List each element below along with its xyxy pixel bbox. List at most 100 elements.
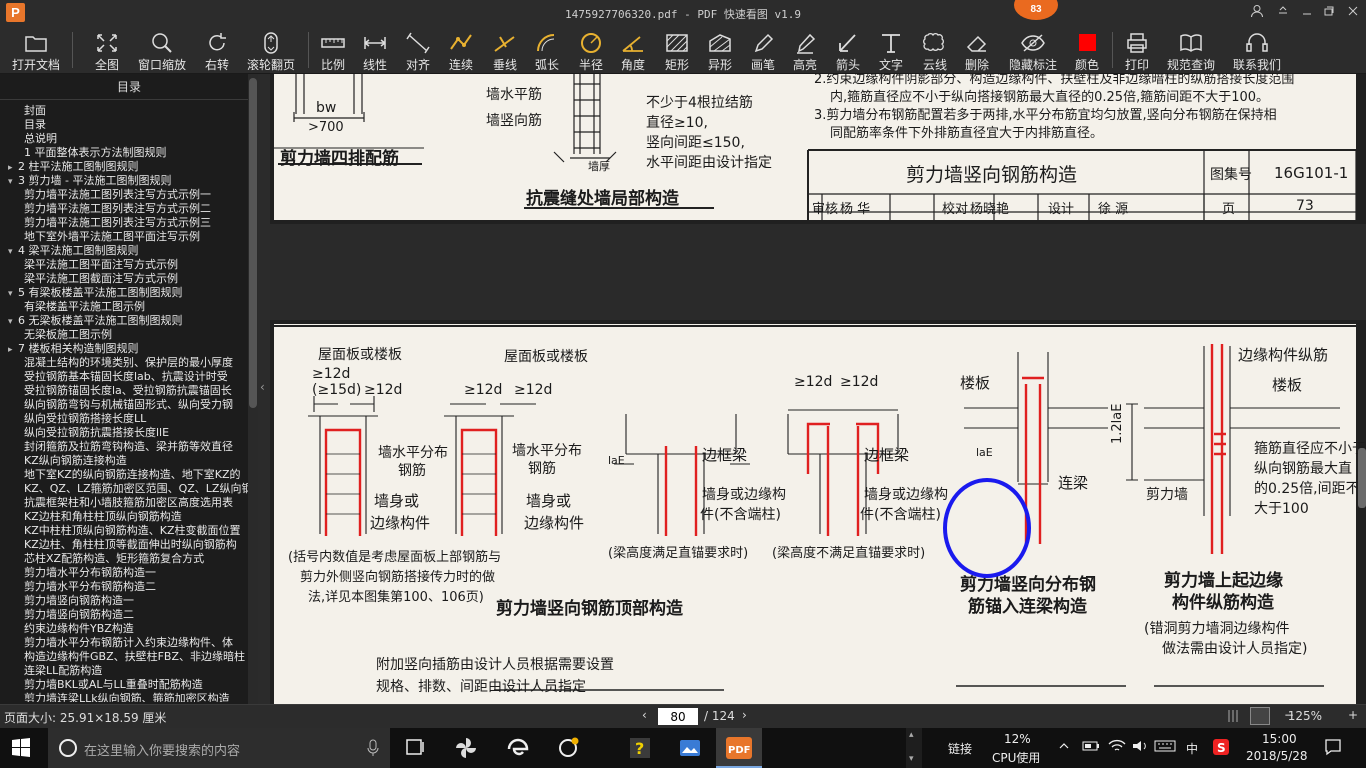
toc-item[interactable]: 地下室外墙平法施工图平面注写示例	[0, 228, 248, 242]
polygon-button[interactable]: 异形	[705, 26, 735, 74]
aligned-button[interactable]: 对齐	[403, 26, 433, 74]
user-icon[interactable]	[1248, 4, 1266, 22]
sogou-ime-icon[interactable]: S	[1212, 738, 1230, 759]
keyboard-icon[interactable]	[1154, 739, 1176, 756]
window-zoom-button[interactable]: 窗口缩放	[138, 26, 186, 74]
toc-item[interactable]: KZ边柱和角柱柱顶纵向钢筋构造	[0, 508, 248, 522]
toc-item[interactable]: ▾ 3 剪力墙 - 平法施工图制图规则	[0, 172, 248, 186]
rectangle-button[interactable]: 矩形	[662, 26, 692, 74]
edge-browser-icon[interactable]	[506, 736, 532, 760]
toc-item[interactable]: 剪力墙竖向钢筋构造一	[0, 592, 248, 606]
zoom-level[interactable]: 125%	[1288, 709, 1322, 723]
toc-item[interactable]: 剪力墙水平分布钢筋构造一	[0, 564, 248, 578]
toc-item[interactable]: 梁平法施工图平面注写方式示例	[0, 256, 248, 270]
linear-button[interactable]: 线性	[360, 26, 390, 74]
toc-scroll-thumb[interactable]	[249, 78, 257, 408]
fit-page-button[interactable]: 全图	[90, 26, 124, 74]
ime-indicator[interactable]: 中	[1186, 740, 1198, 757]
spec-query-button[interactable]: 规范查询	[1167, 26, 1215, 74]
toc-item[interactable]: 受拉钢筋锚固长度la、受拉钢筋抗震锚固长	[0, 382, 248, 396]
toc-item[interactable]: ▸ 2 柱平法施工图制图规则	[0, 158, 248, 172]
highlight-button[interactable]: 高亮	[790, 26, 820, 74]
scale-button[interactable]: 比例	[318, 26, 348, 74]
toc-item[interactable]: ▾ 6 无梁板楼盖平法施工图制图规则	[0, 312, 248, 326]
toc-item[interactable]: 剪力墙平法施工图列表注写方式示例二	[0, 200, 248, 214]
cloud-line-button[interactable]: 云线	[920, 26, 950, 74]
toc-item[interactable]: 剪力墙水平分布钢筋计入约束边缘构件、体	[0, 634, 248, 648]
toc-item[interactable]: 剪力墙竖向钢筋构造二	[0, 606, 248, 620]
color-button[interactable]: 颜色	[1072, 26, 1102, 74]
toc-item[interactable]: 纵向钢筋弯钩与机械锚固形式、纵向受力钢	[0, 396, 248, 410]
toc-item[interactable]: 地下室KZ的纵向钢筋连接构造、地下室KZ的	[0, 466, 248, 480]
toc-item[interactable]: 混凝土结构的环境类别、保护层的最小厚度	[0, 354, 248, 368]
open-document-button[interactable]: 打开文档	[8, 26, 64, 74]
expand-arrow-icon[interactable]: ▾	[8, 317, 18, 326]
delete-button[interactable]: 删除	[962, 26, 992, 74]
pinwheel-app-icon[interactable]	[454, 736, 480, 760]
prev-page-icon[interactable]: ‹	[642, 708, 654, 722]
sidebar-collapse-handle[interactable]: ‹	[258, 74, 270, 704]
collapse-arrow-icon[interactable]: ▸	[8, 163, 18, 172]
toc-item[interactable]: 剪力墙BKL或AL与LL重叠时配筋构造	[0, 676, 248, 690]
settings-menu-icon[interactable]	[1274, 4, 1292, 22]
toc-item[interactable]: KZ、QZ、LZ箍筋加密区范围、QZ、LZ纵向钢	[0, 480, 248, 494]
toc-scrollbar[interactable]	[248, 74, 258, 704]
expand-arrow-icon[interactable]: ▾	[8, 177, 18, 186]
microphone-icon[interactable]	[366, 739, 380, 757]
toc-item[interactable]: KZ纵向钢筋连接构造	[0, 452, 248, 466]
document-viewer[interactable]: bw >700 剪力墙四排配筋 墙水平筋 墙竖向筋 不少于4根拉结筋 直径≥10…	[270, 74, 1366, 704]
toc-item[interactable]: 剪力墙水平分布钢筋构造二	[0, 578, 248, 592]
expand-arrow-icon[interactable]: ▾	[8, 247, 18, 256]
angle-button[interactable]: 角度	[618, 26, 648, 74]
toc-item[interactable]: 剪力墙平法施工图列表注写方式示例一	[0, 186, 248, 200]
toc-item[interactable]: 芯柱XZ配筋构造、矩形箍筋复合方式	[0, 550, 248, 564]
rotate-right-button[interactable]: 右转	[200, 26, 234, 74]
viewer-scroll-thumb[interactable]	[1358, 448, 1366, 508]
perpendicular-button[interactable]: 垂线	[490, 26, 520, 74]
toc-item[interactable]: 抗震框架柱和小墙肢箍筋加密区高度选用表	[0, 494, 248, 508]
two-page-view-icon[interactable]	[1226, 708, 1242, 727]
toc-item[interactable]: 构造边缘构件GBZ、扶壁柱FBZ、非边缘暗柱	[0, 648, 248, 662]
task-view-icon[interactable]	[404, 736, 430, 760]
print-button[interactable]: 打印	[1122, 26, 1152, 74]
tray-link-label[interactable]: 链接	[948, 740, 972, 757]
wifi-icon[interactable]	[1108, 739, 1126, 756]
minimize-icon[interactable]	[1298, 4, 1316, 22]
maximize-icon[interactable]	[1320, 4, 1338, 22]
arrow-button[interactable]: 箭头	[833, 26, 863, 74]
radius-button[interactable]: 半径	[576, 26, 606, 74]
browser-app-icon[interactable]	[556, 736, 582, 760]
volume-icon[interactable]	[1132, 739, 1150, 756]
toc-item[interactable]: 无梁板施工图示例	[0, 326, 248, 340]
toc-item[interactable]: ▾ 4 梁平法施工图制图规则	[0, 242, 248, 256]
collapse-arrow-icon[interactable]: ▸	[8, 345, 18, 354]
wheel-page-button[interactable]: 滚轮翻页	[247, 26, 295, 74]
expand-arrow-icon[interactable]: ▾	[8, 289, 18, 298]
toc-item[interactable]: 连梁LL配筋构造	[0, 662, 248, 676]
clock-date[interactable]: 2018/5/28	[1246, 749, 1308, 763]
arc-length-button[interactable]: 弧长	[532, 26, 562, 74]
toc-item[interactable]: 1 平面整体表示方法制图规则	[0, 144, 248, 158]
toc-item[interactable]: 封面	[0, 102, 248, 116]
toc-item[interactable]: 约束边缘构件YBZ构造	[0, 620, 248, 634]
single-page-view-icon[interactable]	[1250, 707, 1270, 725]
toc-item[interactable]: 受拉钢筋基本锚固长度lab、抗震设计时受	[0, 368, 248, 382]
toc-item[interactable]: 梁平法施工图截面注写方式示例	[0, 270, 248, 284]
windows-start-icon[interactable]	[10, 736, 36, 760]
taskbar-scroll[interactable]: ▴ ▾	[906, 728, 922, 768]
notification-center-icon[interactable]	[1324, 738, 1342, 759]
toc-item[interactable]: KZ边柱、角柱柱顶等截面伸出时纵向钢筋构	[0, 536, 248, 550]
text-button[interactable]: 文字	[876, 26, 906, 74]
continuous-button[interactable]: 连续	[446, 26, 476, 74]
contact-us-button[interactable]: 联系我们	[1233, 26, 1281, 74]
toc-item[interactable]: KZ中柱柱顶纵向钢筋构造、KZ柱变截面位置	[0, 522, 248, 536]
toc-item[interactable]: ▸ 7 楼板相关构造制图规则	[0, 340, 248, 354]
next-page-icon[interactable]: ›	[742, 708, 754, 722]
toc-item[interactable]: 纵向受拉钢筋搭接长度LL	[0, 410, 248, 424]
toc-item[interactable]: 剪力墙连梁LLk纵向钢筋、箍筋加密区构造	[0, 690, 248, 702]
zoom-in-icon[interactable]: +	[1348, 708, 1358, 722]
battery-icon[interactable]	[1082, 739, 1100, 756]
toc-item[interactable]: ▾ 5 有梁板楼盖平法施工图制图规则	[0, 284, 248, 298]
taskbar-search[interactable]: 在这里输入你要搜索的内容	[48, 728, 390, 768]
toc-item[interactable]: 剪力墙平法施工图列表注写方式示例三	[0, 214, 248, 228]
